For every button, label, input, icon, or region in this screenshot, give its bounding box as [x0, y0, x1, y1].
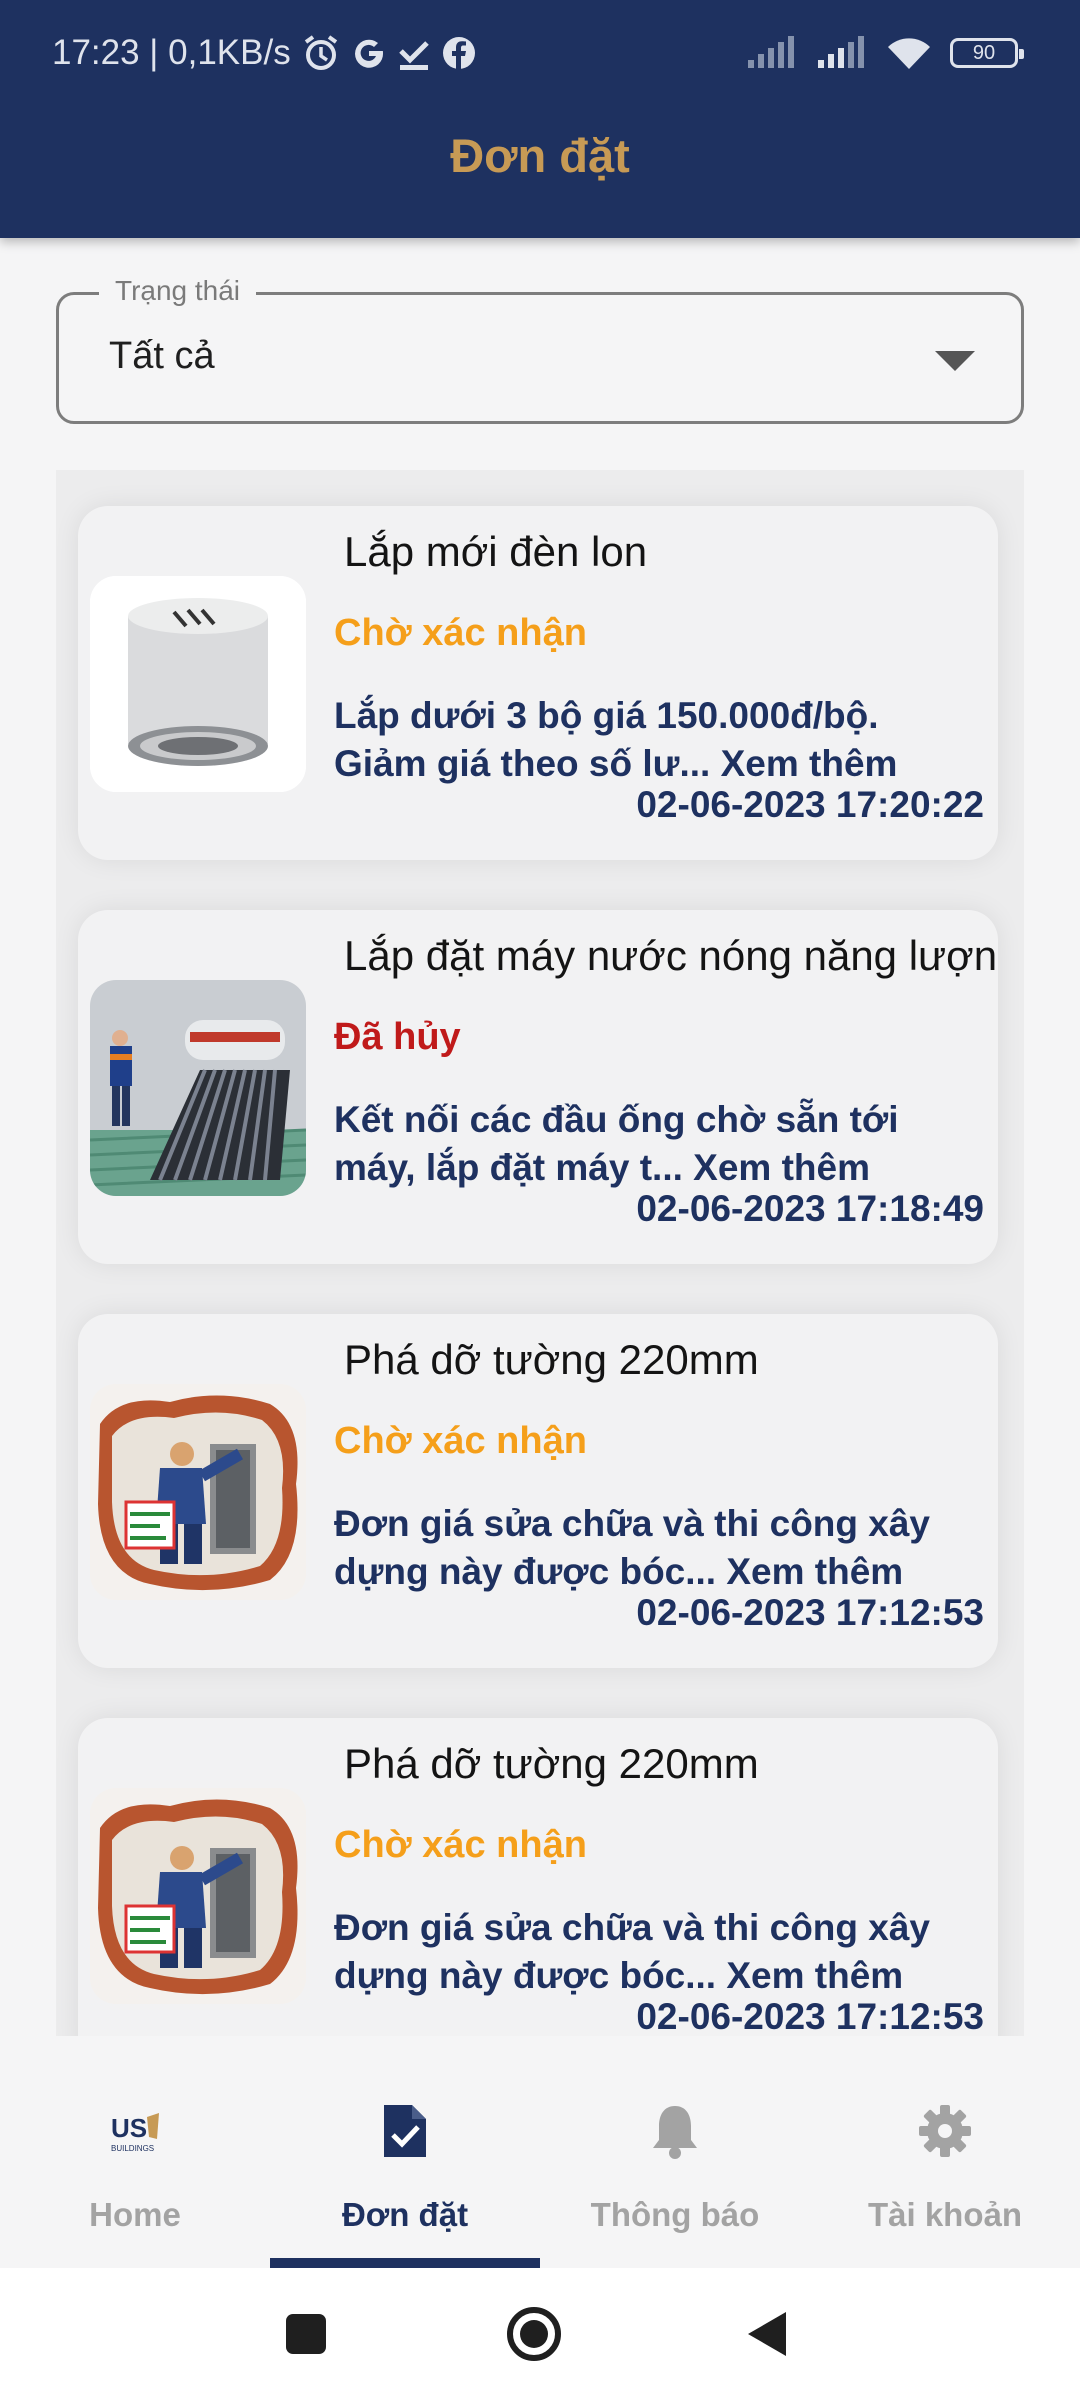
google-icon [354, 39, 383, 68]
nav-item-account[interactable]: Tài khoản [810, 2036, 1080, 2268]
orders-list[interactable]: Lắp mới đèn lon Chờ xác nhận Lắp dưới 3 … [56, 470, 1024, 2036]
nav-item-orders[interactable]: Đơn đặt [270, 2036, 540, 2268]
order-datetime: 02-06-2023 17:18:49 [636, 1188, 984, 1229]
app-bar: 17:23 | 0,1KB/s 90 Đơn đặt [0, 0, 1080, 238]
gear-icon [810, 2094, 1080, 2168]
status-filter-dropdown[interactable]: Trạng thái Tất cả [56, 275, 1024, 424]
status-bar-right: 90 [746, 30, 1024, 76]
alarm-icon [304, 35, 337, 70]
order-title: Lắp đặt máy nước nóng năng lượng [344, 932, 998, 979]
download-done-icon [398, 41, 429, 70]
order-check-icon [270, 2094, 540, 2168]
nav-item-notifications[interactable]: Thông báo [540, 2036, 810, 2268]
active-tab-indicator [270, 2258, 540, 2268]
order-thumbnail [90, 980, 306, 1196]
order-card[interactable]: Lắp đặt máy nước nóng năng lượng Đã hủy … [78, 910, 998, 1264]
bottom-navigation: US BUILDINGS Home Đơn đặt Thông báo Tài … [0, 2036, 1080, 2268]
order-datetime: 02-06-2023 17:12:53 [636, 1592, 984, 1633]
order-thumbnail [90, 1384, 306, 1600]
svg-text:US: US [111, 2113, 147, 2143]
nav-label-home: Home [89, 2196, 181, 2233]
nav-label-orders: Đơn đặt [341, 2196, 469, 2233]
back-icon[interactable] [740, 2306, 796, 2362]
svg-text:BUILDINGS: BUILDINGS [111, 2144, 154, 2153]
order-datetime: 02-06-2023 17:20:22 [636, 784, 984, 825]
order-description[interactable]: Đơn giá sửa chữa và thi công xây dựng nà… [334, 1500, 974, 1596]
recent-apps-icon[interactable] [278, 2306, 334, 2362]
home-logo-icon: US BUILDINGS [0, 2094, 270, 2168]
nav-label-notifications: Thông báo [590, 2196, 760, 2233]
solar-water-heater-image [90, 980, 306, 1196]
status-filter-value: Tất cả [109, 335, 215, 377]
order-thumbnail [90, 576, 306, 792]
order-title: Phá dỡ tường 220mm [344, 1740, 759, 1787]
status-time: 17:23 | 0,1KB/s [52, 33, 291, 72]
downlight-image [90, 576, 306, 792]
wall-demolition-image [90, 1788, 306, 2004]
page-title: Đơn đặt [450, 129, 630, 182]
home-button-icon[interactable] [506, 2306, 562, 2362]
order-status-badge: Chờ xác nhận [334, 1824, 587, 1866]
nav-label-account: Tài khoản [867, 2196, 1023, 2233]
battery-indicator: 90 [950, 38, 1024, 68]
order-datetime: 02-06-2023 17:12:53 [636, 1996, 984, 2036]
nav-item-home[interactable]: US BUILDINGS Home [0, 2036, 270, 2268]
order-card[interactable]: Phá dỡ tường 220mm Chờ xác nhận Đơn giá … [78, 1314, 998, 1668]
order-card[interactable]: Phá dỡ tường 220mm Chờ xác nhận Đơn giá … [78, 1718, 998, 2036]
bell-icon [540, 2094, 810, 2168]
order-status-badge: Chờ xác nhận [334, 612, 587, 654]
order-description[interactable]: Lắp dưới 3 bộ giá 150.000đ/bộ. Giảm giá … [334, 692, 974, 788]
order-description[interactable]: Đơn giá sửa chữa và thi công xây dựng nà… [334, 1904, 974, 2000]
order-description[interactable]: Kết nối các đầu ống chờ sẵn tới máy, lắp… [334, 1096, 974, 1192]
order-thumbnail [90, 1788, 306, 2004]
signal-icon [818, 36, 864, 68]
order-status-badge: Đã hủy [334, 1016, 461, 1058]
order-status-badge: Chờ xác nhận [334, 1420, 587, 1462]
wall-demolition-image [90, 1384, 306, 1600]
facebook-icon [442, 37, 475, 69]
wifi-icon [888, 38, 930, 69]
order-title: Lắp mới đèn lon [344, 528, 648, 575]
system-navigation-bar [0, 2268, 1080, 2400]
caret-down-icon [935, 351, 975, 371]
status-bar-left: 17:23 | 0,1KB/s [52, 30, 477, 76]
order-title: Phá dỡ tường 220mm [344, 1336, 759, 1383]
order-card[interactable]: Lắp mới đèn lon Chờ xác nhận Lắp dưới 3 … [78, 506, 998, 860]
status-filter-label: Trạng thái [99, 275, 257, 307]
signal-icon [748, 36, 794, 68]
